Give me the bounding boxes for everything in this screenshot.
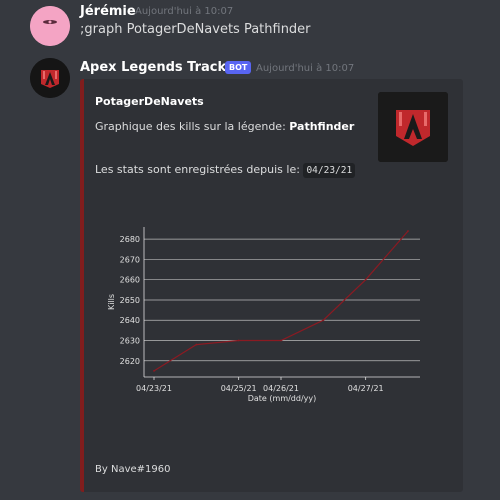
x-tick-label: 04/25/21 [221, 384, 257, 393]
y-tick-label: 2620 [120, 357, 140, 366]
y-tick-label: 2660 [120, 276, 140, 285]
apex-logo-icon [30, 58, 70, 98]
embed-footer: By Nave#1960 [95, 464, 171, 475]
data-point [195, 343, 198, 346]
kills-chart: 2620 2630 2640 2650 2660 2670 2680 04/23/21 04/2… [106, 219, 426, 459]
data-point [237, 339, 240, 342]
x-axis-label: Date (mm/dd/yy) [248, 394, 317, 403]
stats-prefix: Les stats sont enregistrées depuis le: [95, 163, 304, 176]
data-point [407, 230, 409, 232]
embed-stats-line: Les stats sont enregistrées depuis le: 0… [95, 163, 356, 178]
y-tick-label: 2640 [120, 316, 140, 325]
y-tick-label: 2630 [120, 337, 140, 346]
x-tick-label: 04/23/21 [136, 384, 172, 393]
timestamp: Aujourd'hui à 10:07 [135, 6, 234, 17]
x-tick-label: 04/27/21 [348, 384, 384, 393]
x-tick-label: 04/26/21 [263, 384, 299, 393]
user-avatar[interactable] [30, 6, 70, 46]
embed-title[interactable]: PotagerDeNavets [95, 95, 204, 108]
y-tick-label: 2680 [120, 235, 140, 244]
bot-username[interactable]: Apex Legends Trackers [80, 60, 249, 75]
y-tick-label: 2670 [120, 255, 140, 264]
data-point [153, 370, 155, 372]
message-text: ;graph PotagerDeNavets Pathfinder [80, 22, 311, 37]
embed-card: PotagerDeNavets Graphique des kills sur … [80, 79, 463, 492]
bot-avatar[interactable] [30, 58, 70, 98]
series-line [153, 230, 409, 372]
chart-svg: 2620 2630 2640 2650 2660 2670 2680 04/23/21 04/2… [107, 227, 420, 403]
data-point [364, 278, 367, 281]
desc-prefix: Graphique des kills sur la légende: [95, 120, 290, 133]
apex-logo-icon [378, 92, 448, 162]
pink-face-icon [30, 6, 70, 46]
embed-thumbnail[interactable] [378, 92, 448, 162]
stats-date: 04/23/21 [303, 163, 356, 178]
data-point [280, 339, 282, 342]
bot-badge: BOT [225, 61, 252, 74]
y-tick-label: 2650 [120, 296, 140, 305]
y-axis-label: Kills [107, 294, 116, 310]
embed-description: Graphique des kills sur la légende: Path… [95, 120, 354, 133]
bot-timestamp: Aujourd'hui à 10:07 [256, 63, 355, 74]
username[interactable]: Jérémie [80, 4, 136, 19]
data-point [322, 319, 325, 322]
message-1: Jérémie Aujourd'hui à 10:07 ;graph Potag… [0, 0, 500, 50]
legend-name: Pathfinder [289, 120, 355, 133]
